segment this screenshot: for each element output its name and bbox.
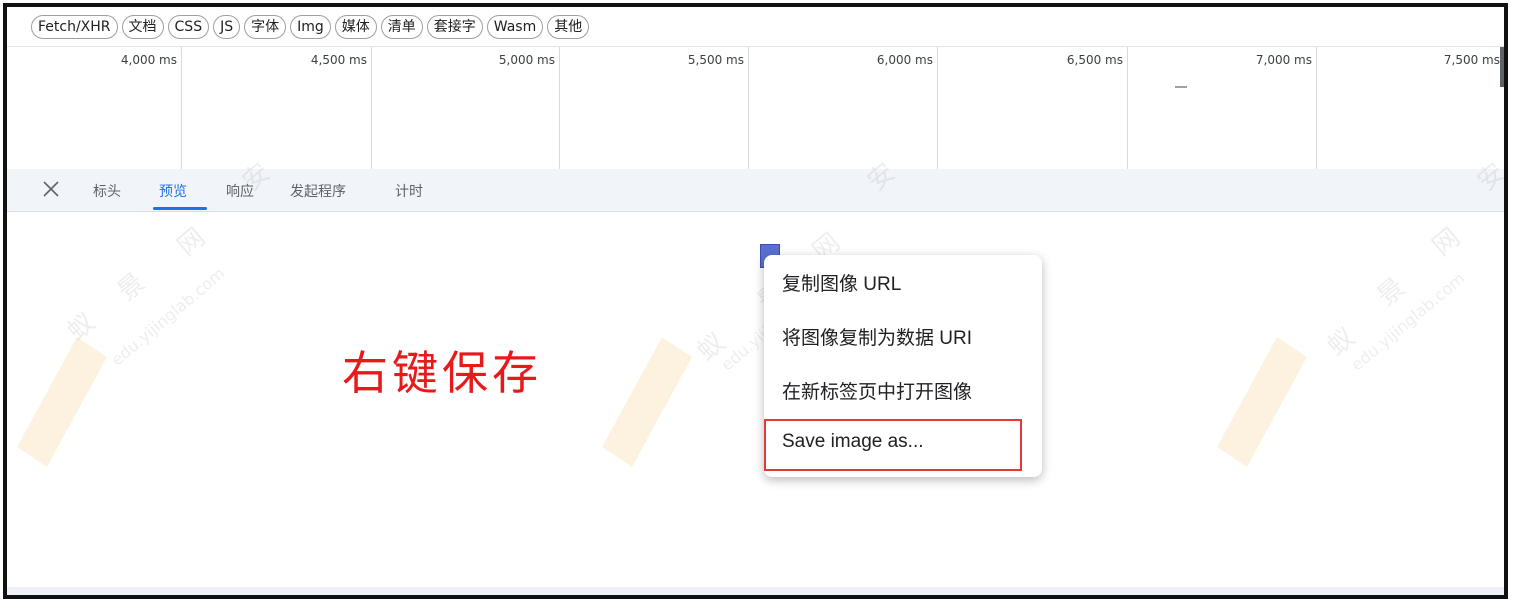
filter-other[interactable]: 其他 bbox=[547, 14, 590, 39]
timeline-tick-label: 6,000 ms bbox=[876, 53, 933, 67]
request-detail-tabbar: 标头 预览 响应 发起程序 计时 bbox=[7, 169, 1504, 212]
menu-item-copy-image-url[interactable]: 复制图像 URL bbox=[782, 269, 901, 296]
filter-doc[interactable]: 文档 bbox=[121, 14, 164, 39]
timeline-tick: 4,500 ms bbox=[182, 47, 372, 169]
timeline-scrollbar[interactable] bbox=[1500, 47, 1504, 87]
timeline-tick-label: 4,000 ms bbox=[120, 53, 177, 67]
timeline-tick: 7,000 ms bbox=[1128, 47, 1317, 169]
timeline-tick-label: 5,000 ms bbox=[498, 53, 555, 67]
timeline-tick: 5,500 ms bbox=[560, 47, 749, 169]
active-tab-indicator bbox=[153, 207, 207, 210]
filter-js[interactable]: JS bbox=[213, 14, 241, 39]
timeline-overview[interactable]: 4,000 ms 4,500 ms 5,000 ms 5,500 ms 6,00… bbox=[7, 47, 1504, 170]
timeline-tick-label: 6,500 ms bbox=[1066, 53, 1123, 67]
timeline-tick: 5,000 ms bbox=[372, 47, 560, 169]
context-menu: 复制图像 URL 将图像复制为数据 URI 在新标签页中打开图像 Save im… bbox=[764, 255, 1042, 477]
close-icon[interactable] bbox=[41, 179, 61, 199]
timeline-tick-label: 4,500 ms bbox=[310, 53, 367, 67]
timeline-tick-label: 5,500 ms bbox=[687, 53, 744, 67]
preview-pane bbox=[7, 212, 1504, 587]
timeline-tick-label: 7,000 ms bbox=[1255, 53, 1312, 67]
timeline-request-bar bbox=[1175, 86, 1187, 88]
status-strip bbox=[7, 587, 1504, 595]
filter-wasm[interactable]: Wasm bbox=[486, 14, 544, 39]
filter-socket[interactable]: 套接字 bbox=[426, 14, 483, 39]
tab-initiator[interactable]: 发起程序 bbox=[290, 181, 346, 201]
menu-item-open-image-new-tab[interactable]: 在新标签页中打开图像 bbox=[782, 377, 972, 404]
timeline-tick-label: 7,500 ms bbox=[1443, 53, 1500, 67]
timeline-tick: 6,500 ms bbox=[938, 47, 1128, 169]
devtools-network-panel: Fetch/XHR 文档 CSS JS 字体 Img 媒体 清单 套接字 Was… bbox=[3, 3, 1508, 599]
tab-response[interactable]: 响应 bbox=[226, 181, 254, 201]
tab-timing[interactable]: 计时 bbox=[395, 181, 423, 201]
timeline-tick: 7,500 ms bbox=[1317, 47, 1504, 169]
filter-img[interactable]: Img bbox=[290, 14, 331, 39]
annotation-text: 右键保存 bbox=[342, 346, 542, 400]
filter-manifest[interactable]: 清单 bbox=[380, 14, 423, 39]
resource-type-filter-bar: Fetch/XHR 文档 CSS JS 字体 Img 媒体 清单 套接字 Was… bbox=[7, 7, 1504, 47]
timeline-tick: 4,000 ms bbox=[7, 47, 182, 169]
filter-media[interactable]: 媒体 bbox=[334, 14, 377, 39]
filter-font[interactable]: 字体 bbox=[244, 14, 287, 39]
tab-headers[interactable]: 标头 bbox=[93, 181, 121, 201]
highlight-box bbox=[764, 419, 1022, 471]
filter-css[interactable]: CSS bbox=[167, 14, 210, 39]
tab-preview[interactable]: 预览 bbox=[159, 181, 187, 201]
filter-fetch-xhr[interactable]: Fetch/XHR bbox=[31, 14, 118, 39]
menu-item-copy-image-data-uri[interactable]: 将图像复制为数据 URI bbox=[782, 323, 972, 350]
timeline-tick: 6,000 ms bbox=[749, 47, 938, 169]
